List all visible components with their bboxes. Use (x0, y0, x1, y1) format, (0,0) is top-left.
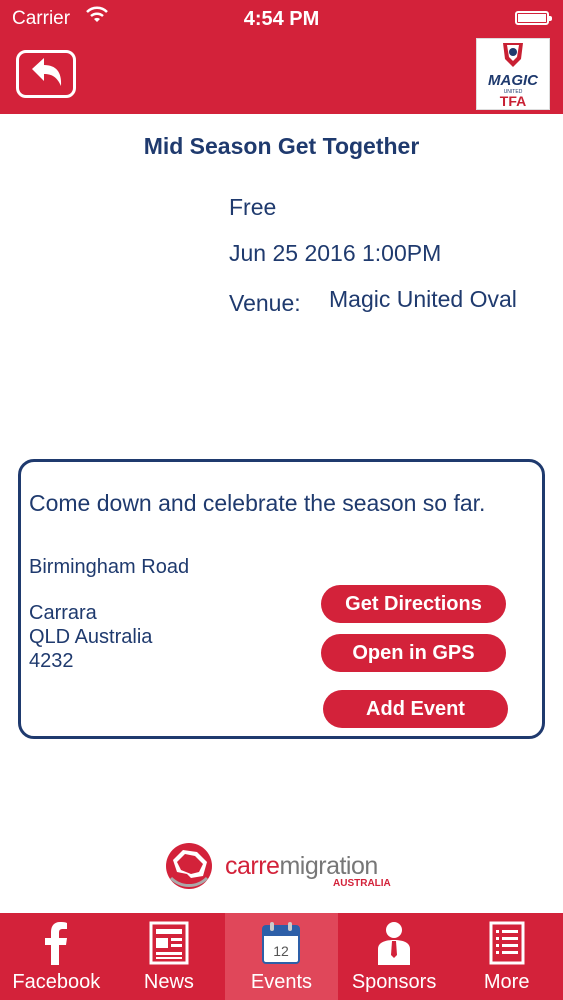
back-arrow-icon (26, 55, 66, 94)
list-icon (450, 921, 563, 965)
tab-label: More (483, 971, 530, 993)
event-description: Come down and celebrate the season so fa… (29, 490, 486, 516)
address-state: QLD Australia (29, 626, 153, 648)
tab-news[interactable]: News (113, 913, 226, 1000)
australia-ball-icon (163, 838, 215, 899)
event-datetime: Jun 25 2016 1:00PM (229, 240, 442, 266)
battery-icon (515, 11, 552, 25)
tab-sponsors[interactable]: Sponsors (338, 913, 451, 1000)
event-details-card: Come down and celebrate the season so fa… (18, 459, 545, 739)
sponsor-subtitle: AUSTRALIA (333, 878, 391, 889)
tab-label: Facebook (12, 971, 101, 993)
tab-label: News (143, 971, 194, 993)
add-event-button[interactable]: Add Event (323, 690, 508, 728)
club-logo: MAGIC UNITED TFA (476, 38, 550, 110)
clock: 4:54 PM (243, 8, 320, 30)
facebook-icon (0, 921, 113, 965)
venue-value: Magic United Oval (329, 286, 517, 312)
news-icon (113, 921, 226, 965)
person-icon (338, 921, 451, 965)
tab-events[interactable]: 12 Events (225, 913, 338, 1000)
calendar-icon: 12 (225, 921, 338, 965)
address-postcode: 4232 (29, 650, 74, 672)
tab-label: Sponsors (351, 971, 437, 993)
status-bar: Carrier 4:54 PM (0, 0, 563, 38)
address-suburb: Carrara (29, 602, 97, 624)
tab-facebook[interactable]: Facebook (0, 913, 113, 1000)
svg-text:TFA: TFA (500, 93, 526, 109)
sponsor-name: carremigration (225, 852, 378, 880)
back-button[interactable] (16, 50, 76, 98)
event-price: Free (229, 194, 277, 220)
open-in-gps-button[interactable]: Open in GPS (321, 634, 506, 672)
svg-text:12: 12 (274, 943, 290, 959)
nav-bar: MAGIC UNITED TFA (0, 38, 563, 114)
venue-label: Venue: (229, 290, 301, 316)
tab-bar: Facebook News 12 Events Sponsors More (0, 913, 563, 1000)
address-street: Birmingham Road (29, 556, 190, 578)
svg-text:MAGIC: MAGIC (488, 72, 539, 89)
sponsor-logo[interactable]: carremigration AUSTRALIA (163, 838, 403, 898)
tab-label: Events (250, 971, 313, 993)
get-directions-button[interactable]: Get Directions (321, 585, 506, 623)
event-title: Mid Season Get Together (143, 133, 420, 159)
tab-more[interactable]: More (450, 913, 563, 1000)
